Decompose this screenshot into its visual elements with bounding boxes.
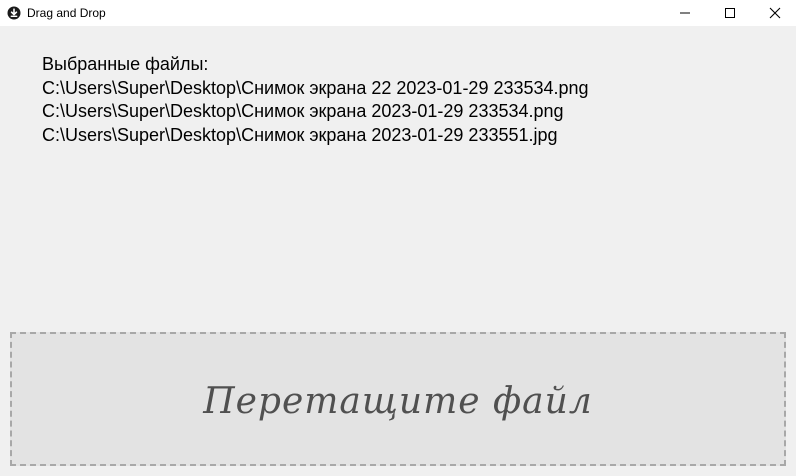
maximize-icon xyxy=(725,8,735,18)
file-drop-zone[interactable]: Перетащите файл xyxy=(10,332,786,466)
minimize-button[interactable] xyxy=(662,0,708,26)
close-icon xyxy=(769,7,781,19)
minimize-icon xyxy=(680,12,690,14)
file-path-item: C:\Users\Super\Desktop\Снимок экрана 22 … xyxy=(42,77,589,98)
window-title: Drag and Drop xyxy=(27,6,106,20)
app-window: Drag and Drop Выбранные файлы: C:\Users\… xyxy=(0,0,796,476)
app-icon xyxy=(7,6,21,20)
close-button[interactable] xyxy=(752,0,796,26)
maximize-button[interactable] xyxy=(707,0,753,26)
file-path-item: C:\Users\Super\Desktop\Снимок экрана 202… xyxy=(42,101,564,121)
selected-files-heading: Выбранные файлы: xyxy=(42,54,209,74)
file-path-item: C:\Users\Super\Desktop\Снимок экрана 202… xyxy=(42,124,558,145)
selected-files-panel: Выбранные файлы: C:\Users\Super\Desktop\… xyxy=(42,53,782,147)
drop-zone-label: Перетащите файл xyxy=(203,380,593,422)
title-bar[interactable]: Drag and Drop xyxy=(0,0,796,26)
